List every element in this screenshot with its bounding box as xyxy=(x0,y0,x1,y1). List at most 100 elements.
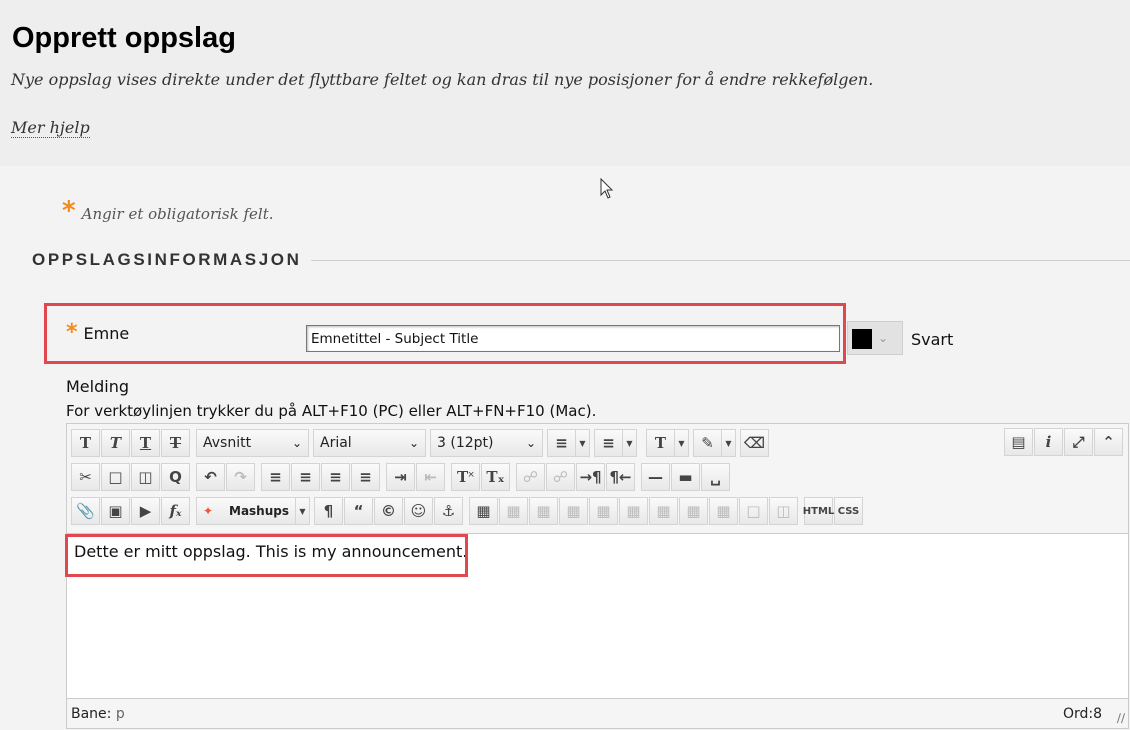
mashups-label: Mashups xyxy=(229,504,289,518)
subscript-icon[interactable]: Tₓ xyxy=(481,463,510,491)
bold-button[interactable]: T xyxy=(71,429,100,457)
eraser-icon[interactable]: ⌫ xyxy=(740,429,769,457)
section-divider xyxy=(311,260,1130,261)
blockquote-icon[interactable]: “ xyxy=(344,497,373,525)
required-star-icon: * xyxy=(66,320,78,345)
unlink-icon[interactable]: ☍ xyxy=(546,463,575,491)
cut-icon[interactable]: ✂ xyxy=(71,463,100,491)
color-swatch xyxy=(852,329,872,349)
image-icon[interactable]: ▣ xyxy=(101,497,130,525)
align-center-icon[interactable]: ≡ xyxy=(291,463,320,491)
page-title: Opprett oppslag xyxy=(12,22,236,54)
link-icon[interactable]: ☍ xyxy=(516,463,545,491)
chevron-down-icon[interactable]: ▼ xyxy=(576,429,590,457)
page-header: Opprett oppslag Nye oppslag vises direkt… xyxy=(0,0,1130,166)
redo-icon[interactable]: ↷ xyxy=(226,463,255,491)
font-size-select[interactable]: 3 (12pt) ⌄ xyxy=(430,429,543,457)
chevron-down-icon[interactable]: ▼ xyxy=(675,429,689,457)
chevron-down-icon[interactable]: ▼ xyxy=(623,429,637,457)
table-split-icon[interactable]: □ xyxy=(739,497,768,525)
math-formula-icon[interactable]: fₓ xyxy=(161,497,190,525)
attachment-icon[interactable]: 📎 xyxy=(71,497,100,525)
toolbar-hint: For verktøylinjen trykker du på ALT+F10 … xyxy=(66,402,597,420)
font-size-value: 3 (12pt) xyxy=(437,435,494,451)
table-col-after-icon[interactable]: ▦ xyxy=(619,497,648,525)
table-cell-props-icon[interactable]: ▦ xyxy=(679,497,708,525)
highlighter-icon[interactable]: ✎ xyxy=(693,429,722,457)
required-star-icon: * xyxy=(62,196,76,226)
chevron-down-icon: ⌄ xyxy=(291,436,302,450)
subject-color-picker[interactable]: ⌄ xyxy=(847,321,903,355)
table-row-after-icon[interactable]: ▦ xyxy=(529,497,558,525)
numbered-list-split: ≡ ▼ xyxy=(594,429,637,457)
paragraph-format-value: Avsnitt xyxy=(203,435,252,451)
mouse-cursor-icon xyxy=(600,177,614,204)
anchor-icon[interactable]: ⚓ xyxy=(434,497,463,525)
align-justify-icon[interactable]: ≡ xyxy=(351,463,380,491)
italic-button[interactable]: T xyxy=(101,429,130,457)
chevron-down-icon: ⌄ xyxy=(878,331,889,345)
required-note-text: Angir et obligatorisk felt. xyxy=(81,205,274,223)
strikethrough-button[interactable]: T xyxy=(161,429,190,457)
subject-label-text: Emne xyxy=(83,323,130,343)
find-icon[interactable]: Q xyxy=(161,463,190,491)
undo-icon[interactable]: ↶ xyxy=(196,463,225,491)
word-count: Ord:8 xyxy=(1062,706,1102,722)
thick-rule-icon[interactable]: ▬ xyxy=(671,463,700,491)
paragraph-format-select[interactable]: Avsnitt ⌄ xyxy=(196,429,309,457)
mashups-button[interactable]: ✦ Mashups xyxy=(196,497,296,525)
table-merge-icon[interactable]: ▦ xyxy=(709,497,738,525)
text-color-icon[interactable]: T xyxy=(646,429,675,457)
horizontal-rule-icon[interactable]: — xyxy=(641,463,670,491)
mashups-icon: ✦ xyxy=(203,504,214,518)
css-button[interactable]: CSS xyxy=(834,497,863,525)
copy-icon[interactable]: □ xyxy=(101,463,130,491)
more-help-link[interactable]: Mer hjelp xyxy=(11,118,90,138)
numbered-list-icon[interactable]: ≡ xyxy=(594,429,623,457)
underline-button[interactable]: T xyxy=(131,429,160,457)
align-right-icon[interactable]: ≡ xyxy=(321,463,350,491)
path-label: Bane: xyxy=(71,706,112,722)
page-subtitle: Nye oppslag vises direkte under det flyt… xyxy=(11,70,874,89)
rtl-icon[interactable]: ¶← xyxy=(606,463,635,491)
table-props-icon[interactable]: ◫ xyxy=(769,497,798,525)
chevron-down-icon[interactable]: ▼ xyxy=(722,429,736,457)
content-highlight-box xyxy=(65,534,468,577)
editor-content-area[interactable]: Dette er mitt oppslag. This is my announ… xyxy=(65,533,1128,699)
collapse-toolbar-icon[interactable]: ⌃ xyxy=(1094,428,1123,456)
table-delete-col-icon[interactable]: ▦ xyxy=(649,497,678,525)
table-col-before-icon[interactable]: ▦ xyxy=(589,497,618,525)
table-icon[interactable]: ▦ xyxy=(469,497,498,525)
table-delete-row-icon[interactable]: ▦ xyxy=(559,497,588,525)
path-value[interactable]: p xyxy=(116,706,125,722)
mashups-split: ✦ Mashups ▼ xyxy=(196,497,310,525)
bullet-list-split: ≡ ▼ xyxy=(547,429,590,457)
section-heading: OPPSLAGSINFORMASJON xyxy=(32,250,302,269)
font-family-select[interactable]: Arial ⌄ xyxy=(313,429,426,457)
fullscreen-icon[interactable]: ⤢ xyxy=(1064,428,1093,456)
nonbreaking-space-icon[interactable]: ␣ xyxy=(701,463,730,491)
text-color-split: T ▼ xyxy=(646,429,689,457)
preview-icon[interactable]: ▤ xyxy=(1004,428,1033,456)
outdent-icon[interactable]: ⇤ xyxy=(416,463,445,491)
toolbar-right-group: ▤ i ⤢ ⌃ xyxy=(1004,428,1124,456)
table-row-before-icon[interactable]: ▦ xyxy=(499,497,528,525)
chevron-down-icon: ⌄ xyxy=(525,436,536,450)
align-left-icon[interactable]: ≡ xyxy=(261,463,290,491)
chevron-down-icon: ⌄ xyxy=(408,436,419,450)
superscript-icon[interactable]: T˟ xyxy=(451,463,480,491)
resize-handle-icon[interactable]: ∕∕ xyxy=(1117,711,1125,725)
bullet-list-icon[interactable]: ≡ xyxy=(547,429,576,457)
toolbar-row-3: 📎 ▣ ▶ fₓ ✦ Mashups ▼ ¶ “ © ☺ ⚓ ▦ ▦ ▦ ▦ ▦… xyxy=(71,496,864,526)
paste-icon[interactable]: ◫ xyxy=(131,463,160,491)
video-icon[interactable]: ▶ xyxy=(131,497,160,525)
ltr-icon[interactable]: →¶ xyxy=(576,463,605,491)
html-source-button[interactable]: HTML xyxy=(803,497,834,525)
chevron-down-icon[interactable]: ▼ xyxy=(296,497,310,525)
copyright-icon[interactable]: © xyxy=(374,497,403,525)
paragraph-mark-icon[interactable]: ¶ xyxy=(314,497,343,525)
info-icon[interactable]: i xyxy=(1034,428,1063,456)
subject-input[interactable] xyxy=(306,325,840,352)
emoticon-icon[interactable]: ☺ xyxy=(404,497,433,525)
indent-icon[interactable]: ⇥ xyxy=(386,463,415,491)
